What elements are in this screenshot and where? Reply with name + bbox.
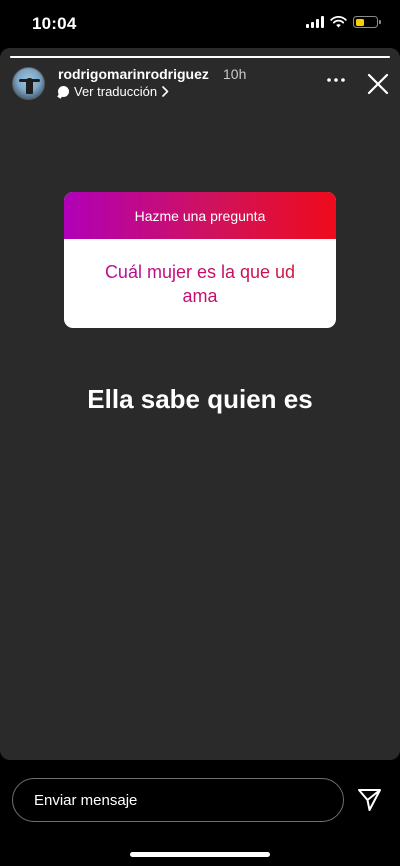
send-message-input[interactable] <box>12 778 344 822</box>
story-time-ago: 10h <box>223 66 247 82</box>
status-time: 10:04 <box>32 14 77 33</box>
story-header: rodrigomarinrodriguez 10h Ver traducción <box>12 66 390 106</box>
chevron-right-icon <box>162 86 169 97</box>
reply-bar <box>0 770 400 830</box>
status-icons <box>306 16 381 28</box>
question-sticker-title: Hazme una pregunta <box>64 192 336 239</box>
wifi-icon <box>330 16 347 28</box>
see-translation-label: Ver traducción <box>74 84 158 99</box>
see-translation-link[interactable]: Ver traducción <box>58 84 169 99</box>
question-sticker-question: Cuál mujer es la que ud ama <box>64 239 336 328</box>
question-sticker[interactable]: Hazme una pregunta Cuál mujer es la que … <box>64 192 336 328</box>
story-content[interactable]: rodrigomarinrodriguez 10h Ver traducción… <box>0 48 400 760</box>
story-progress-bar <box>10 56 390 58</box>
avatar[interactable] <box>12 67 45 100</box>
battery-icon <box>353 16 381 28</box>
send-paper-plane-icon[interactable] <box>357 788 382 812</box>
status-bar: 10:04 <box>0 0 400 50</box>
home-indicator[interactable] <box>130 852 270 857</box>
more-options-icon[interactable] <box>326 72 346 88</box>
battery-level-fill <box>355 18 364 26</box>
story-progress-fill <box>10 56 390 58</box>
close-icon[interactable] <box>366 72 390 96</box>
cellular-signal-icon <box>306 16 324 28</box>
instagram-story-screen: 10:04 rodrigomarinrodriguez 10h Ver trad… <box>0 0 400 866</box>
speech-bubble-icon <box>58 86 69 97</box>
story-username[interactable]: rodrigomarinrodriguez <box>58 66 209 82</box>
story-caption: Ella sabe quien es <box>87 384 313 414</box>
